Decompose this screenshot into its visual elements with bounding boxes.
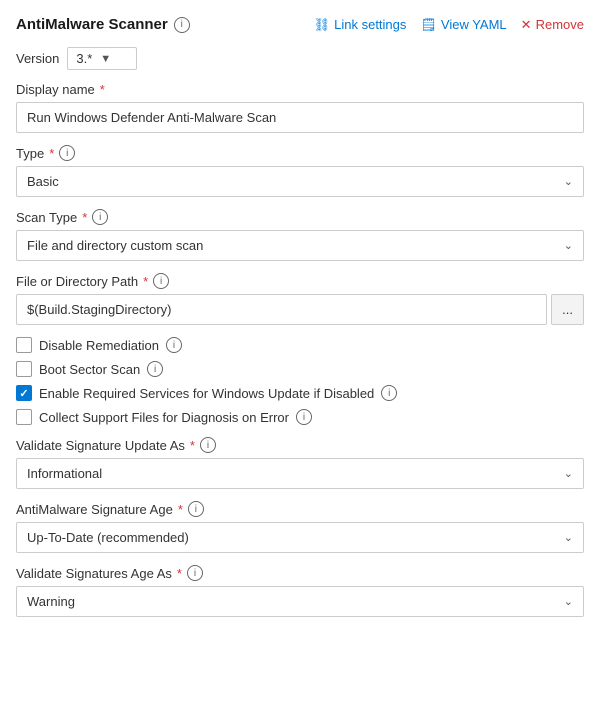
boot-sector-scan-checkbox[interactable]: [16, 361, 32, 377]
signature-age-info-icon[interactable]: i: [188, 501, 204, 517]
scan-type-label: Scan Type * i: [16, 209, 584, 225]
collect-support-files-label: Collect Support Files for Diagnosis on E…: [39, 410, 289, 425]
yaml-icon: 🗒: [420, 17, 437, 33]
display-name-label: Display name *: [16, 82, 584, 97]
file-path-label: File or Directory Path * i: [16, 273, 584, 289]
validate-signatures-age-label: Validate Signatures Age As * i: [16, 565, 584, 581]
validate-signatures-age-section: Validate Signatures Age As * i Warning ⌄: [16, 565, 584, 617]
header-actions: ⛓ Link settings 🗒 View YAML ✕ Remove: [314, 17, 584, 33]
remove-icon: ✕: [521, 17, 532, 33]
validate-signature-label: Validate Signature Update As * i: [16, 437, 584, 453]
signature-age-select[interactable]: Up-To-Date (recommended) ⌄: [16, 522, 584, 553]
collect-support-files-info-icon[interactable]: i: [296, 409, 312, 425]
collect-support-files-row: Collect Support Files for Diagnosis on E…: [16, 409, 584, 425]
signature-age-section: AntiMalware Signature Age * i Up-To-Date…: [16, 501, 584, 553]
page-header: AntiMalware Scanner i ⛓ Link settings 🗒 …: [16, 16, 584, 33]
version-row: Version 3.* ▼: [16, 47, 584, 70]
scan-type-chevron-icon: ⌄: [564, 239, 573, 252]
display-name-section: Display name *: [16, 82, 584, 133]
scan-type-select[interactable]: File and directory custom scan ⌄: [16, 230, 584, 261]
file-path-section: File or Directory Path * i ...: [16, 273, 584, 325]
file-path-info-icon[interactable]: i: [153, 273, 169, 289]
file-path-row: ...: [16, 294, 584, 325]
enable-required-services-checkbox[interactable]: [16, 385, 32, 401]
boot-sector-scan-info-icon[interactable]: i: [147, 361, 163, 377]
file-path-input[interactable]: [16, 294, 547, 325]
file-path-browse-button[interactable]: ...: [551, 294, 584, 325]
scan-type-info-icon[interactable]: i: [92, 209, 108, 225]
validate-signature-required: *: [190, 438, 195, 453]
display-name-input[interactable]: [16, 102, 584, 133]
validate-signature-section: Validate Signature Update As * i Informa…: [16, 437, 584, 489]
checkboxes-section: Disable Remediation i Boot Sector Scan i…: [16, 337, 584, 425]
remove-button[interactable]: ✕ Remove: [521, 17, 584, 33]
type-label: Type * i: [16, 145, 584, 161]
type-info-icon[interactable]: i: [59, 145, 75, 161]
boot-sector-scan-row: Boot Sector Scan i: [16, 361, 584, 377]
disable-remediation-checkbox[interactable]: [16, 337, 32, 353]
boot-sector-scan-label: Boot Sector Scan: [39, 362, 140, 377]
type-select[interactable]: Basic ⌄: [16, 166, 584, 197]
disable-remediation-label: Disable Remediation: [39, 338, 159, 353]
type-section: Type * i Basic ⌄: [16, 145, 584, 197]
header-left: AntiMalware Scanner i: [16, 16, 190, 33]
signature-age-label: AntiMalware Signature Age * i: [16, 501, 584, 517]
link-icon: ⛓: [314, 17, 331, 33]
link-settings-button[interactable]: ⛓ Link settings: [314, 17, 407, 33]
version-select[interactable]: 3.* ▼: [67, 47, 137, 70]
scan-type-section: Scan Type * i File and directory custom …: [16, 209, 584, 261]
signature-age-chevron-icon: ⌄: [564, 531, 573, 544]
validate-signatures-age-info-icon[interactable]: i: [187, 565, 203, 581]
enable-required-services-row: Enable Required Services for Windows Upd…: [16, 385, 584, 401]
enable-required-services-label: Enable Required Services for Windows Upd…: [39, 386, 374, 401]
enable-required-services-info-icon[interactable]: i: [381, 385, 397, 401]
file-path-required: *: [143, 274, 148, 289]
version-label: Version: [16, 51, 59, 66]
scan-type-required: *: [82, 210, 87, 225]
validate-signatures-age-required: *: [177, 566, 182, 581]
disable-remediation-info-icon[interactable]: i: [166, 337, 182, 353]
validate-signature-chevron-icon: ⌄: [564, 467, 573, 480]
validate-signature-info-icon[interactable]: i: [200, 437, 216, 453]
collect-support-files-checkbox[interactable]: [16, 409, 32, 425]
validate-signatures-age-chevron-icon: ⌄: [564, 595, 573, 608]
page-title: AntiMalware Scanner: [16, 16, 168, 33]
version-chevron-icon: ▼: [100, 53, 111, 65]
header-info-icon[interactable]: i: [174, 17, 190, 33]
type-chevron-icon: ⌄: [564, 175, 573, 188]
type-required: *: [49, 146, 54, 161]
version-value: 3.*: [76, 51, 92, 66]
signature-age-required: *: [178, 502, 183, 517]
view-yaml-button[interactable]: 🗒 View YAML: [420, 17, 506, 33]
validate-signature-select[interactable]: Informational ⌄: [16, 458, 584, 489]
validate-signatures-age-select[interactable]: Warning ⌄: [16, 586, 584, 617]
display-name-required: *: [100, 82, 105, 97]
disable-remediation-row: Disable Remediation i: [16, 337, 584, 353]
